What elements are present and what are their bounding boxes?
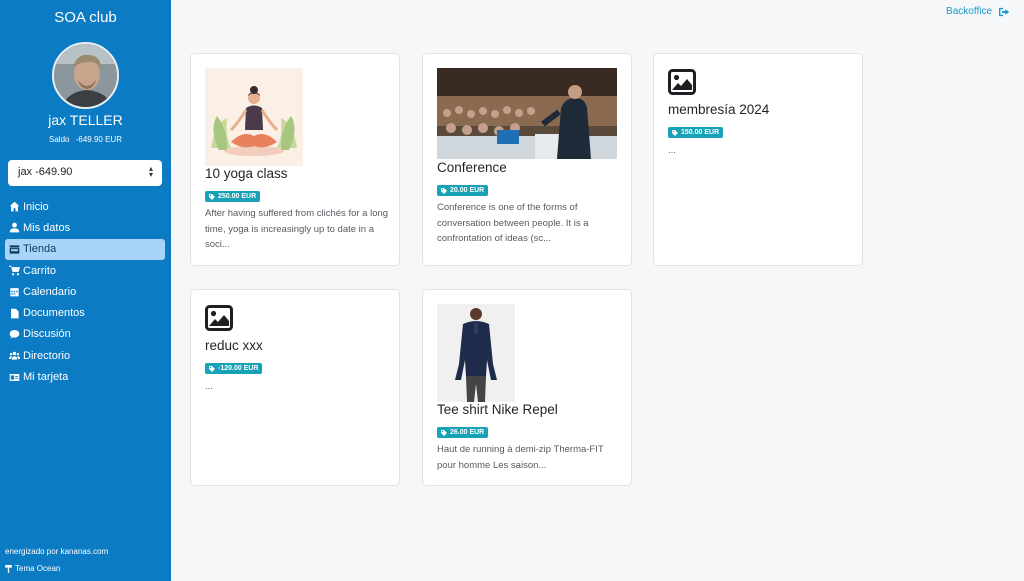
avatar[interactable]	[52, 42, 119, 109]
tag-icon	[441, 429, 447, 436]
tag-icon	[441, 187, 447, 194]
sidebar-item-label: Mi tarjeta	[23, 371, 69, 384]
image-placeholder-icon[interactable]	[668, 69, 696, 95]
product-description: After having suffered from clichés for a…	[205, 208, 389, 250]
sidebar-item-label: Mis datos	[23, 221, 71, 234]
product-card[interactable]: 10 yoga class 250.00 EUR After having su…	[190, 53, 400, 266]
balance: Saldo -649.90 EUR	[0, 135, 171, 144]
product-title[interactable]: 10 yoga class	[205, 166, 288, 181]
price-badge: 26.00 EUR	[437, 427, 489, 438]
sidebar-item-label: Directorio	[23, 349, 71, 362]
sidebar-nav: Inicio Mis datos Tienda Carrito Calendar…	[5, 196, 165, 388]
product-title[interactable]: reduc xxx	[205, 338, 263, 353]
product-image[interactable]	[437, 304, 515, 402]
calendar-icon	[10, 287, 19, 297]
product-description: ...	[205, 381, 213, 392]
user-name: jax TELLER	[48, 112, 123, 128]
sidebar-item-label: Discusión	[23, 328, 71, 341]
price-value: 150.00 EUR	[681, 129, 720, 136]
product-card[interactable]: Conference 20.00 EUR Conference is one o…	[422, 53, 632, 266]
footer-credit[interactable]: energizado por kananas.com	[5, 547, 108, 556]
sidebar-item-label: Documentos	[23, 307, 85, 320]
price-badge: -120.00 EUR	[205, 363, 263, 374]
sidebar-item-label: Inicio	[23, 200, 49, 213]
image-placeholder-icon[interactable]	[205, 305, 233, 331]
product-title[interactable]: Conference	[437, 160, 507, 175]
paint-roller-icon	[5, 564, 12, 573]
balance-label: Saldo	[49, 135, 70, 144]
sidebar-item-documentos[interactable]: Documentos	[5, 302, 165, 323]
sidebar-item-label: Tienda	[23, 243, 57, 256]
price-value: 250.00 EUR	[218, 193, 257, 200]
tag-icon	[209, 193, 215, 200]
cart-icon	[9, 265, 20, 276]
product-title[interactable]: Tee shirt Nike Repel	[437, 402, 558, 417]
product-description: Haut de running à demi-zip Therma-FIT po…	[437, 444, 604, 471]
footer-theme-label: Tema Ocean	[15, 564, 61, 573]
sign-out-icon	[999, 7, 1010, 16]
id-card-icon	[9, 373, 20, 381]
file-icon	[11, 308, 19, 318]
sidebar: SOA club jax TELLER Saldo -649.90 EUR ja…	[0, 0, 171, 581]
sidebar-item-label: Carrito	[23, 264, 57, 277]
backoffice-link[interactable]: Backoffice	[946, 6, 1010, 17]
sidebar-item-inicio[interactable]: Inicio	[5, 196, 165, 217]
sidebar-item-carrito[interactable]: Carrito	[5, 260, 165, 281]
product-image[interactable]	[205, 68, 303, 166]
tag-icon	[672, 129, 678, 136]
account-select-value: jax -649.90	[18, 166, 73, 178]
product-card[interactable]: membresía 2024 150.00 EUR ...	[653, 53, 863, 266]
tag-icon	[209, 365, 215, 372]
product-description: ...	[668, 145, 676, 156]
price-value: 26.00 EUR	[450, 429, 485, 436]
user-icon	[9, 223, 20, 233]
price-badge: 150.00 EUR	[668, 127, 724, 138]
price-badge: 250.00 EUR	[205, 191, 261, 202]
select-arrows-icon: ▴ ▾	[148, 164, 153, 179]
product-card[interactable]: reduc xxx -120.00 EUR ...	[190, 289, 400, 486]
comment-icon	[9, 329, 20, 339]
home-icon	[9, 201, 20, 212]
price-value: -120.00 EUR	[218, 365, 259, 372]
sidebar-item-label: Calendario	[23, 285, 77, 298]
balance-value: -649.90 EUR	[75, 135, 122, 144]
sidebar-item-mi-tarjeta[interactable]: Mi tarjeta	[5, 366, 165, 387]
product-image[interactable]	[437, 68, 617, 159]
users-icon	[9, 351, 20, 360]
footer-theme[interactable]: Tema Ocean	[5, 564, 60, 573]
price-value: 20.00 EUR	[450, 187, 485, 194]
store-icon	[9, 245, 20, 254]
product-description: Conference is one of the forms of conver…	[437, 202, 589, 244]
backoffice-label: Backoffice	[946, 6, 992, 17]
product-card[interactable]: Tee shirt Nike Repel 26.00 EUR Haut de r…	[422, 289, 632, 486]
club-name: SOA club	[54, 9, 117, 26]
sidebar-item-calendario[interactable]: Calendario	[5, 281, 165, 302]
sidebar-item-tienda[interactable]: Tienda	[5, 238, 165, 260]
account-select[interactable]: jax -649.90 ▴ ▾	[8, 160, 162, 186]
price-badge: 20.00 EUR	[437, 185, 489, 196]
sidebar-item-mis-datos[interactable]: Mis datos	[5, 217, 165, 238]
sidebar-item-directorio[interactable]: Directorio	[5, 345, 165, 366]
sidebar-item-discusion[interactable]: Discusión	[5, 324, 165, 345]
product-title[interactable]: membresía 2024	[668, 102, 769, 117]
